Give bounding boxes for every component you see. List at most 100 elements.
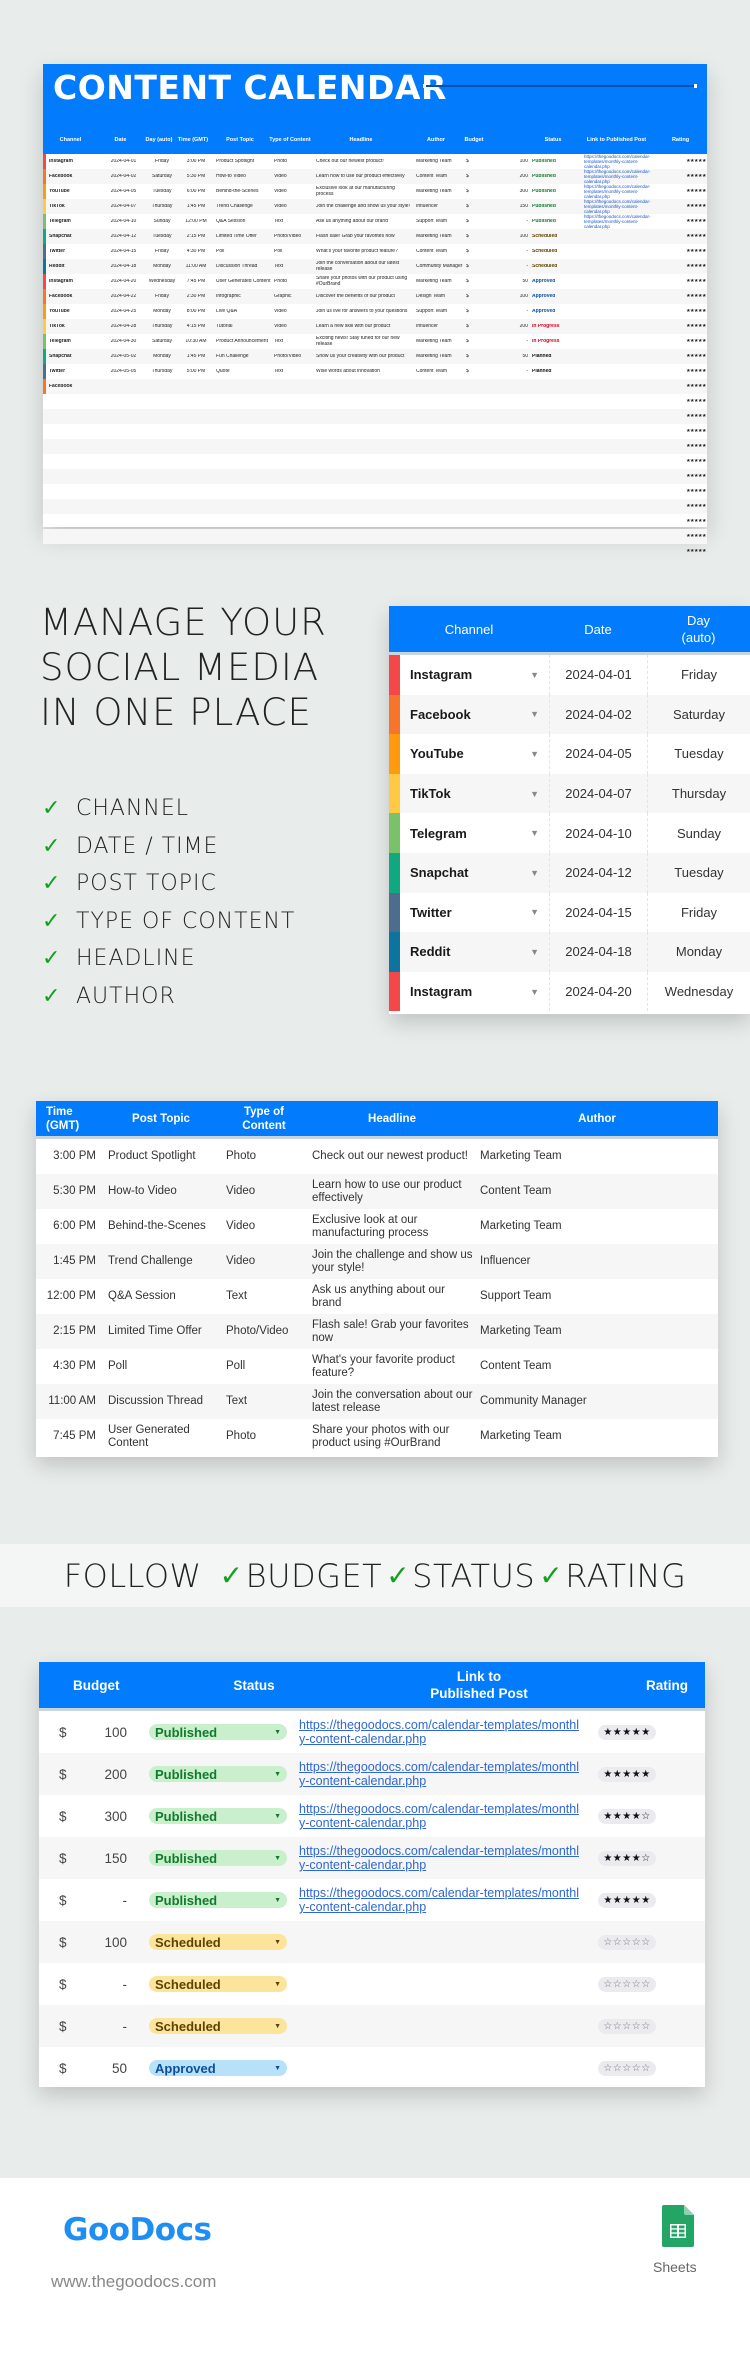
dropdown-arrow-icon[interactable]: ▼ xyxy=(530,670,549,680)
status-dropdown[interactable]: Scheduled ▼ xyxy=(149,1976,287,1992)
status-cell[interactable]: Approved xyxy=(530,309,582,315)
channel-cell[interactable]: Reddit xyxy=(46,264,101,270)
channel-cell[interactable]: Facebook xyxy=(46,174,101,180)
channel-cell[interactable]: Facebook xyxy=(46,294,101,300)
status-cell[interactable]: Planned xyxy=(530,354,582,360)
date-cell[interactable]: 2024-04-01 xyxy=(549,655,647,695)
date-cell[interactable]: 2024-04-18 xyxy=(549,932,647,972)
channel-cell[interactable]: Telegram xyxy=(46,219,101,225)
star-rating[interactable]: ☆☆☆☆☆ xyxy=(598,2060,656,2076)
star-rating[interactable]: ☆☆☆☆☆ xyxy=(598,1934,656,1950)
date-cell[interactable]: 2024-04-05 xyxy=(549,734,647,774)
dropdown-arrow-icon[interactable]: ▼ xyxy=(530,947,549,957)
status-cell[interactable]: Published xyxy=(530,189,582,195)
status-dropdown[interactable]: Published ▼ xyxy=(149,1766,287,1782)
link-cell[interactable]: https://thegoodocs.com/calendar-template… xyxy=(582,214,657,229)
dropdown-arrow-icon[interactable]: ▼ xyxy=(274,1813,281,1820)
status-dropdown[interactable]: Published ▼ xyxy=(149,1724,287,1740)
published-post-link[interactable]: https://thegoodocs.com/calendar-template… xyxy=(289,1844,589,1872)
dropdown-arrow-icon[interactable]: ▼ xyxy=(274,1897,281,1904)
goodocs-logo[interactable]: GooDocs xyxy=(63,2212,212,2248)
channel-cell[interactable]: Twitter xyxy=(46,369,101,375)
dropdown-arrow-icon[interactable]: ▼ xyxy=(274,2023,281,2030)
star-rating[interactable]: ★★★★★ xyxy=(598,1766,656,1782)
dropdown-arrow-icon[interactable]: ▼ xyxy=(274,1771,281,1778)
dropdown-arrow-icon[interactable]: ▼ xyxy=(274,1855,281,1862)
star-rating[interactable]: ☆☆☆☆☆ xyxy=(598,1976,656,1992)
date-cell[interactable]: 2024-04-07 xyxy=(549,773,647,814)
status-cell[interactable]: Scheduled xyxy=(530,249,582,255)
status-cell[interactable]: Approved xyxy=(530,279,582,285)
channel-dropdown[interactable]: YouTube ▼ xyxy=(389,734,549,774)
budget-cell[interactable]: $150 xyxy=(39,1851,139,1866)
status-dropdown[interactable]: Scheduled ▼ xyxy=(149,1934,287,1950)
dropdown-arrow-icon[interactable]: ▼ xyxy=(274,2065,281,2072)
date-cell[interactable]: 2024-04-15 xyxy=(549,892,647,933)
status-dropdown[interactable]: Published ▼ xyxy=(149,1850,287,1866)
channel-cell[interactable]: Telegram xyxy=(46,339,101,345)
channel-cell[interactable]: Facebook xyxy=(46,384,101,390)
status-cell[interactable]: Scheduled xyxy=(530,234,582,240)
dropdown-arrow-icon[interactable]: ▼ xyxy=(530,709,549,719)
status-cell[interactable]: Published xyxy=(530,174,582,180)
channel-dropdown[interactable]: Snapchat ▼ xyxy=(389,852,549,893)
status-cell[interactable]: In Progress xyxy=(530,339,582,345)
channel-cell[interactable]: Instagram xyxy=(46,279,101,285)
dropdown-arrow-icon[interactable]: ▼ xyxy=(530,907,549,917)
dropdown-arrow-icon[interactable]: ▼ xyxy=(274,1981,281,1988)
date-cell[interactable]: 2024-04-10 xyxy=(549,813,647,853)
published-post-link[interactable]: https://thegoodocs.com/calendar-template… xyxy=(289,1718,589,1746)
channel-cell[interactable]: TikTok xyxy=(46,324,101,330)
dropdown-arrow-icon[interactable]: ▼ xyxy=(530,987,549,997)
published-post-link[interactable]: https://thegoodocs.com/calendar-template… xyxy=(289,1760,589,1788)
channel-cell[interactable]: YouTube xyxy=(46,309,101,315)
link-cell[interactable]: https://thegoodocs.com/calendar-template… xyxy=(582,169,657,184)
channel-dropdown[interactable]: Facebook ▼ xyxy=(389,694,549,735)
link-cell[interactable]: https://thegoodocs.com/calendar-template… xyxy=(582,199,657,214)
dropdown-arrow-icon[interactable]: ▼ xyxy=(274,1939,281,1946)
budget-cell[interactable]: $200 xyxy=(39,1767,139,1782)
budget-cell[interactable]: $300 xyxy=(39,1809,139,1824)
dropdown-arrow-icon[interactable]: ▼ xyxy=(530,828,549,838)
channel-dropdown[interactable]: Twitter ▼ xyxy=(389,892,549,933)
star-rating[interactable]: ☆☆☆☆☆ xyxy=(598,2018,656,2034)
link-cell[interactable]: https://thegoodocs.com/calendar-template… xyxy=(582,154,657,169)
star-rating[interactable]: ★★★★☆ xyxy=(598,1850,656,1866)
published-post-link[interactable]: https://thegoodocs.com/calendar-template… xyxy=(289,1802,589,1830)
status-dropdown[interactable]: Published ▼ xyxy=(149,1808,287,1824)
status-cell[interactable]: Planned xyxy=(530,369,582,375)
date-cell[interactable]: 2024-04-02 xyxy=(549,694,647,735)
status-cell[interactable]: Published xyxy=(530,219,582,225)
published-post-link[interactable]: https://thegoodocs.com/calendar-template… xyxy=(289,1886,589,1914)
channel-cell[interactable]: Twitter xyxy=(46,249,101,255)
star-rating[interactable]: ★★★★☆ xyxy=(598,1808,656,1824)
channel-dropdown[interactable]: Instagram ▼ xyxy=(389,655,549,695)
channel-cell[interactable]: Snapchat xyxy=(46,234,101,240)
website-url[interactable]: www.thegoodocs.com xyxy=(51,2272,216,2292)
date-cell[interactable]: 2024-04-20 xyxy=(549,971,647,1012)
status-cell[interactable]: Scheduled xyxy=(530,264,582,270)
channel-cell[interactable]: Instagram xyxy=(46,159,101,165)
channel-dropdown[interactable]: Instagram ▼ xyxy=(389,971,549,1012)
channel-dropdown[interactable]: Telegram ▼ xyxy=(389,813,549,853)
channel-cell[interactable]: Snapchat xyxy=(46,354,101,360)
budget-cell[interactable]: $100 xyxy=(39,1725,139,1740)
link-cell[interactable]: https://thegoodocs.com/calendar-template… xyxy=(582,184,657,199)
status-dropdown[interactable]: Scheduled ▼ xyxy=(149,2018,287,2034)
date-cell[interactable]: 2024-04-12 xyxy=(549,852,647,893)
budget-cell[interactable]: $ - xyxy=(39,2019,139,2034)
status-cell[interactable]: Approved xyxy=(530,294,582,300)
dropdown-arrow-icon[interactable]: ▼ xyxy=(530,749,549,759)
status-cell[interactable]: In Progress xyxy=(530,324,582,330)
budget-cell[interactable]: $50 xyxy=(39,2061,139,2076)
star-rating[interactable]: ★★★★★ xyxy=(598,1892,656,1908)
status-dropdown[interactable]: Approved ▼ xyxy=(149,2060,287,2076)
budget-cell[interactable]: $ - xyxy=(39,1977,139,1992)
dropdown-arrow-icon[interactable]: ▼ xyxy=(530,789,549,799)
status-cell[interactable]: Published xyxy=(530,159,582,165)
channel-dropdown[interactable]: Reddit ▼ xyxy=(389,932,549,972)
budget-cell[interactable]: $100 xyxy=(39,1935,139,1950)
channel-cell[interactable]: YouTube xyxy=(46,189,101,195)
dropdown-arrow-icon[interactable]: ▼ xyxy=(530,868,549,878)
status-cell[interactable]: Published xyxy=(530,204,582,210)
